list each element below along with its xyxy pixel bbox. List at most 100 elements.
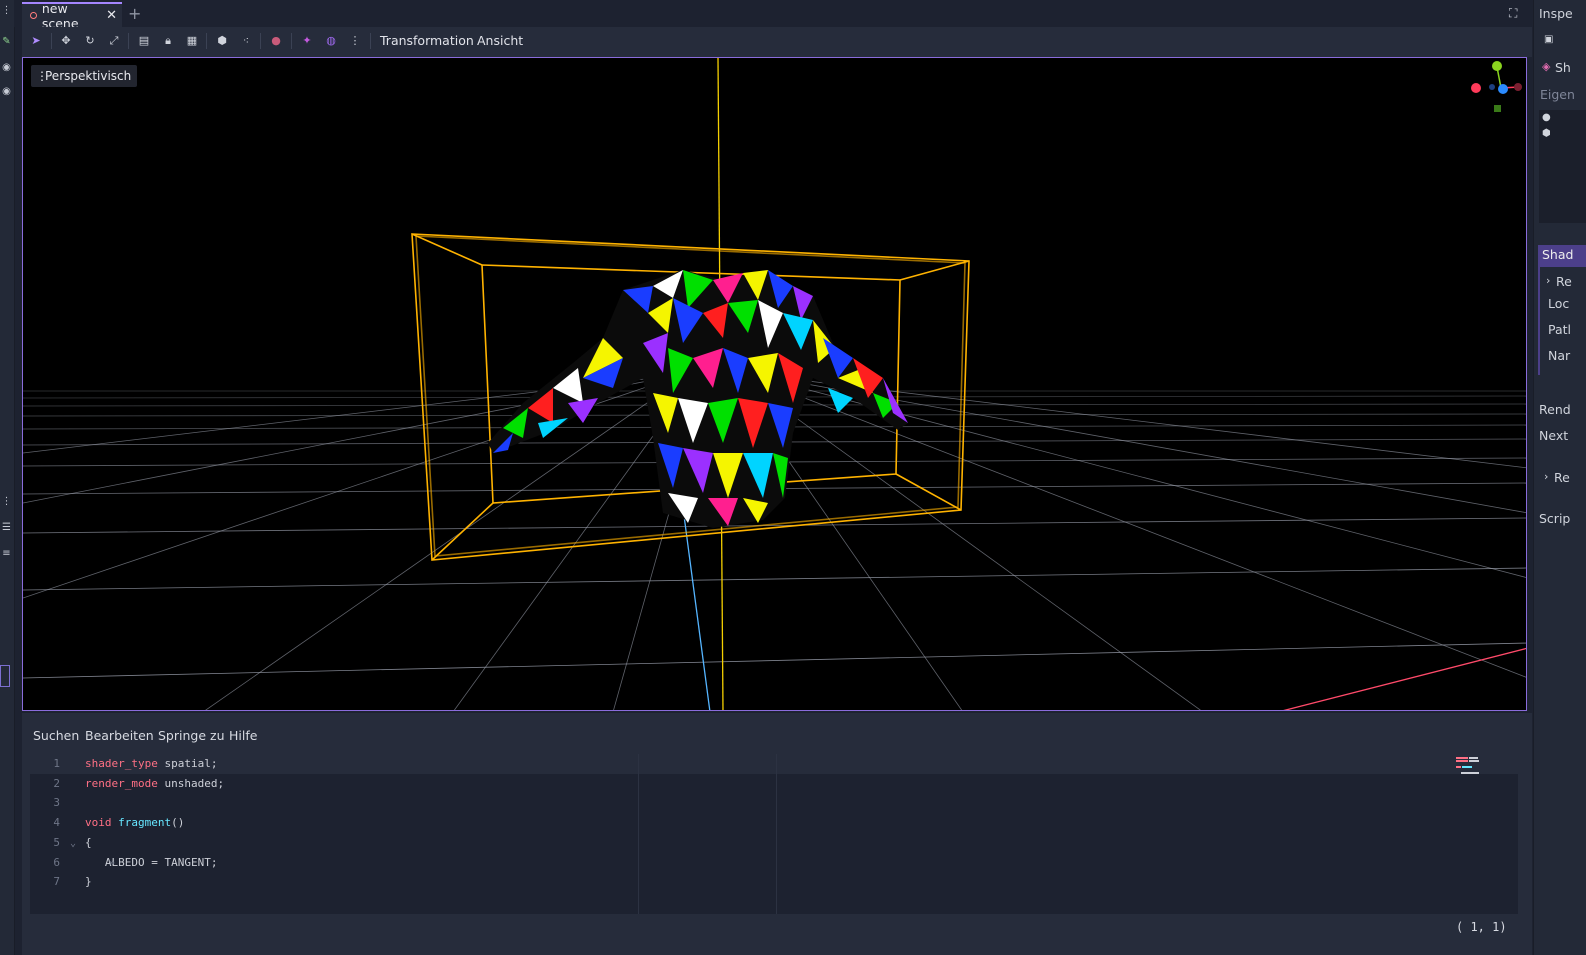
code-token: { [85, 835, 92, 849]
environment-icon[interactable]: ◍ [324, 34, 338, 48]
add-node-icon[interactable]: ✎ [1, 36, 12, 47]
inspector-title: Inspe [1539, 6, 1573, 21]
code-token: fragment [118, 816, 172, 830]
x-axis [1283, 647, 1526, 710]
line-number: 1 [53, 757, 60, 770]
tab-new-scene[interactable]: new scene ✕ [22, 1, 122, 31]
code-line: } [85, 875, 92, 888]
add-tab-icon[interactable]: + [128, 4, 141, 23]
local-row: Loc [1548, 296, 1570, 311]
separator [51, 33, 52, 49]
group-icon[interactable]: ▦ [185, 34, 199, 48]
name-row: Nar [1548, 348, 1571, 363]
caret-position: ( 1, 1) [1456, 920, 1507, 934]
separator [128, 33, 129, 49]
cube-icon[interactable]: ⬢ [1542, 128, 1551, 139]
separator [291, 33, 292, 49]
separator [206, 33, 207, 49]
fold-arrow-icon[interactable]: ⌄ [70, 838, 76, 849]
shader-icon: ◈ [1542, 60, 1551, 73]
sphere-icon[interactable]: ● [1542, 112, 1551, 123]
code-line: shader_type spatial; [85, 757, 217, 770]
code-token: } [85, 875, 92, 889]
camera-icon[interactable]: ● [269, 34, 283, 48]
line-number: 7 [53, 875, 60, 889]
current-line-highlight [30, 754, 1518, 774]
left-dock-strip: ⋮ ✎ ◉ ◉ ⋮ ☰ ≡ [0, 0, 15, 955]
code-token: shader_type [85, 757, 158, 770]
edit-menu[interactable]: Bearbeiten [85, 728, 154, 743]
visibility-icon[interactable]: ◉ [1, 62, 12, 73]
path-row: Patl [1548, 322, 1572, 337]
line-length-guide-hard [776, 754, 777, 914]
view-menu[interactable]: Ansicht [477, 33, 523, 48]
lock-icon[interactable]: 🔒︎ [161, 34, 175, 48]
line-number: 4 [53, 816, 60, 830]
perspective-menu-button[interactable]: ⋮ Perspektivisch [31, 65, 138, 87]
new-resource-icon[interactable]: ▣ [1544, 34, 1553, 45]
transform-menu[interactable]: Transformation [380, 33, 474, 48]
dock-tab-button[interactable] [0, 665, 10, 687]
goto-menu[interactable]: Springe zu [158, 728, 225, 743]
code-token: render_mode [85, 776, 158, 790]
rotate-icon[interactable]: ↻ [83, 34, 97, 48]
inspector-panel: Inspe ▣ ◈ Sh Eigen ● ⬢ Shad › Re Loc Pat… [1533, 0, 1586, 955]
chevron-right-icon[interactable]: › [1546, 274, 1550, 287]
3d-viewport[interactable]: ⋮ Perspektivisch [22, 57, 1527, 711]
sun-icon[interactable]: ✦ [300, 34, 314, 48]
more-icon[interactable]: ⋮ [348, 34, 362, 48]
line-number: 3 [53, 796, 60, 810]
code-editor[interactable]: 1 shader_type spatial; 2 render_mode unshad… [30, 754, 1518, 914]
dock-dots-icon[interactable]: ⋮ [1, 496, 12, 507]
properties-filter[interactable]: Eigen [1540, 87, 1575, 102]
local-space-icon[interactable]: ⬢ [215, 34, 229, 48]
code-line: void fragment() [85, 816, 184, 829]
code-line: { [85, 836, 92, 849]
preview-area: ● ⬢ [1539, 110, 1586, 223]
render-row: Rend [1539, 402, 1571, 417]
code-token: » [108, 855, 115, 869]
filter-icon[interactable]: ≡ [1, 548, 12, 559]
shader-resource-label[interactable]: Sh [1555, 60, 1571, 75]
separator [260, 33, 261, 49]
resource-row[interactable]: Re [1556, 274, 1572, 289]
resource-row-2[interactable]: Re [1554, 470, 1570, 485]
visibility-icon-2[interactable]: ◉ [1, 86, 12, 97]
code-line: render_mode unshaded; [85, 777, 224, 790]
menu-dots-icon: ⋮ [36, 69, 48, 83]
tab-label: new scene [41, 0, 79, 31]
line-length-guide [638, 754, 639, 914]
script-row: Scrip [1539, 511, 1571, 526]
chevron-right-icon[interactable]: › [1544, 470, 1548, 483]
code-line: » ALBEDO = TANGENT; [85, 855, 218, 869]
select-icon[interactable]: ➤ [29, 34, 43, 48]
scale-icon[interactable]: ⤢ [107, 34, 121, 48]
code-token: unshaded; [157, 776, 225, 790]
scene-icon [30, 12, 37, 19]
scene-tab-bar [14, 0, 1532, 27]
perspective-label: Perspektivisch [45, 69, 132, 83]
close-icon[interactable]: ✕ [106, 8, 117, 23]
snap-icon[interactable]: ⁖ [239, 34, 253, 48]
separator [370, 33, 371, 49]
move-icon[interactable]: ✥ [59, 34, 73, 48]
line-number: 2 [53, 776, 60, 790]
next-pass-row: Next [1539, 428, 1569, 443]
shader-section-label: Shad [1542, 247, 1574, 262]
list-select-icon[interactable]: ▤ [137, 34, 151, 48]
view-gizmo[interactable] [1471, 61, 1522, 112]
code-minimap[interactable] [1456, 754, 1516, 774]
search-menu[interactable]: Suchen [33, 728, 79, 743]
code-token: void [85, 816, 112, 830]
line-number: 6 [53, 855, 60, 869]
list-icon[interactable]: ☰ [1, 522, 12, 533]
shirt-mesh [488, 270, 908, 528]
code-token: spatial; [157, 757, 218, 770]
help-menu[interactable]: Hilfe [229, 728, 257, 743]
menu-dots-icon[interactable]: ⋮ [1, 5, 12, 16]
line-number: 5 [53, 835, 60, 849]
z-axis [682, 507, 711, 710]
fullscreen-icon[interactable]: ⛶ [1509, 6, 1523, 20]
viewport-scene [23, 58, 1526, 710]
code-token: () [171, 816, 185, 830]
